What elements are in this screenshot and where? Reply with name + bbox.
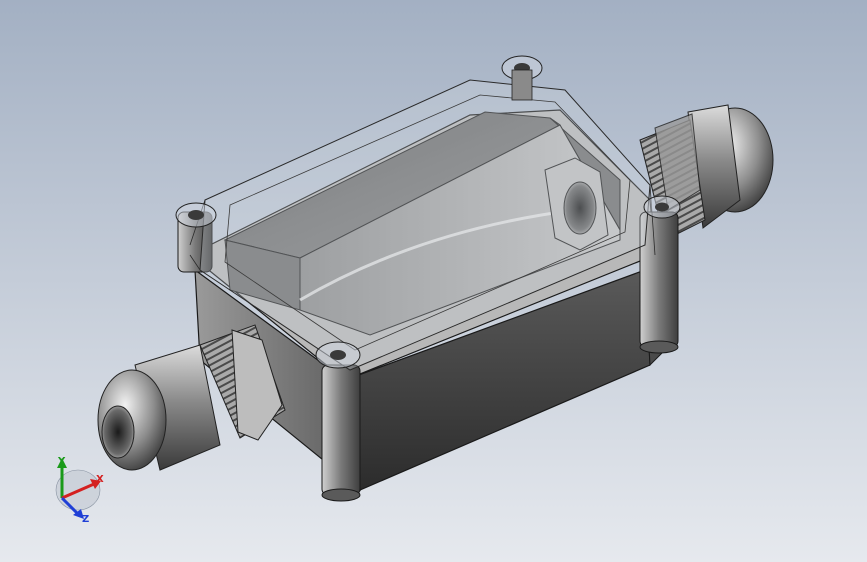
corner-post-front-left xyxy=(321,364,361,502)
lid-screw-boss-left xyxy=(175,202,217,228)
left-gland-cable-hole xyxy=(101,405,135,459)
triad-x-label: X xyxy=(96,474,104,485)
lid-screw-boss-front xyxy=(315,341,361,369)
3d-model-view[interactable]: Y X Z xyxy=(0,0,867,562)
triad-z-label: Z xyxy=(82,514,89,525)
lid-screw-boss-right xyxy=(643,195,681,219)
graphics-viewport[interactable]: Y X Z xyxy=(0,0,867,562)
triad-y-label: Y xyxy=(57,456,66,467)
